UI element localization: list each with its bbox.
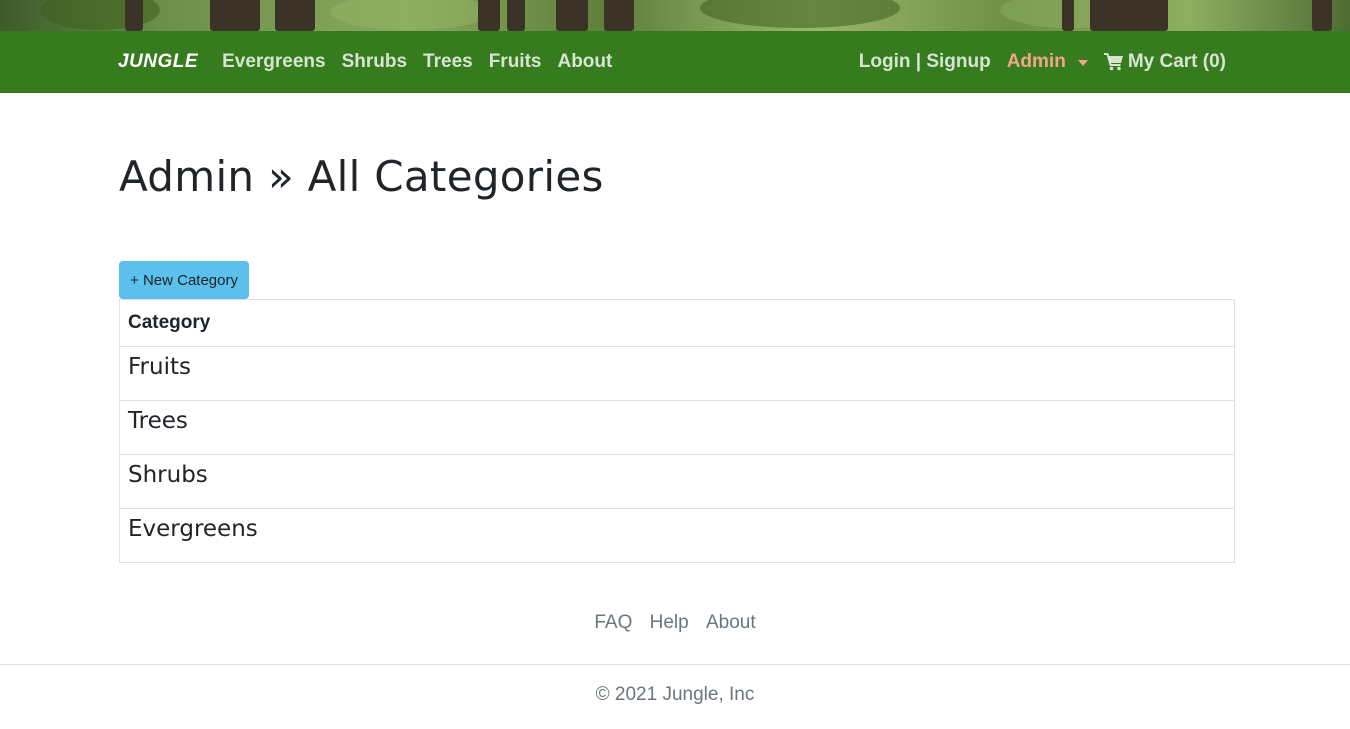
admin-label: Admin — [1006, 51, 1066, 72]
forest-banner — [0, 0, 1350, 31]
nav-link-trees[interactable]: Trees — [423, 51, 473, 73]
nav-link-evergreens[interactable]: Evergreens — [222, 51, 326, 73]
footer-link-faq[interactable]: FAQ — [594, 612, 632, 633]
shopping-cart-icon — [1103, 53, 1123, 71]
my-cart-link[interactable]: My Cart (0) — [1103, 51, 1226, 73]
nav-link-fruits[interactable]: Fruits — [489, 51, 542, 73]
footer-link-about[interactable]: About — [706, 612, 756, 633]
categories-table: Category Fruits Trees Shrubs Evergreens — [119, 299, 1235, 563]
top-navbar: JUNGLE Evergreens Shrubs Trees Fruits Ab… — [0, 31, 1350, 93]
page-title: Admin » All Categories — [119, 152, 604, 201]
admin-dropdown[interactable]: Admin — [1007, 51, 1088, 73]
footer-links: FAQ Help About — [0, 612, 1350, 634]
table-row: Evergreens — [119, 508, 1235, 563]
category-cell: Trees — [119, 400, 1235, 455]
category-cell: Evergreens — [119, 508, 1235, 563]
footer-link-help[interactable]: Help — [650, 612, 689, 633]
table-header-row: Category — [119, 299, 1235, 347]
category-cell: Fruits — [119, 346, 1235, 401]
login-signup-link[interactable]: Login | Signup — [859, 51, 991, 73]
category-nav: Evergreens Shrubs Trees Fruits About — [222, 51, 628, 73]
column-header-category: Category — [119, 299, 1235, 347]
copyright-text: © 2021 Jungle, Inc — [595, 684, 755, 705]
nav-link-shrubs[interactable]: Shrubs — [342, 51, 407, 73]
table-row: Fruits — [119, 346, 1235, 401]
footer-divider — [0, 664, 1350, 665]
cart-label: My Cart (0) — [1127, 51, 1226, 72]
brand-logo[interactable]: JUNGLE — [118, 51, 198, 73]
category-cell: Shrubs — [119, 454, 1235, 509]
new-category-button[interactable]: + New Category — [119, 261, 249, 299]
nav-link-about[interactable]: About — [557, 51, 612, 73]
table-row: Trees — [119, 400, 1235, 455]
table-row: Shrubs — [119, 454, 1235, 509]
user-nav: Login | Signup Admin My Cart (0) — [843, 51, 1226, 73]
caret-down-icon — [1077, 60, 1088, 66]
